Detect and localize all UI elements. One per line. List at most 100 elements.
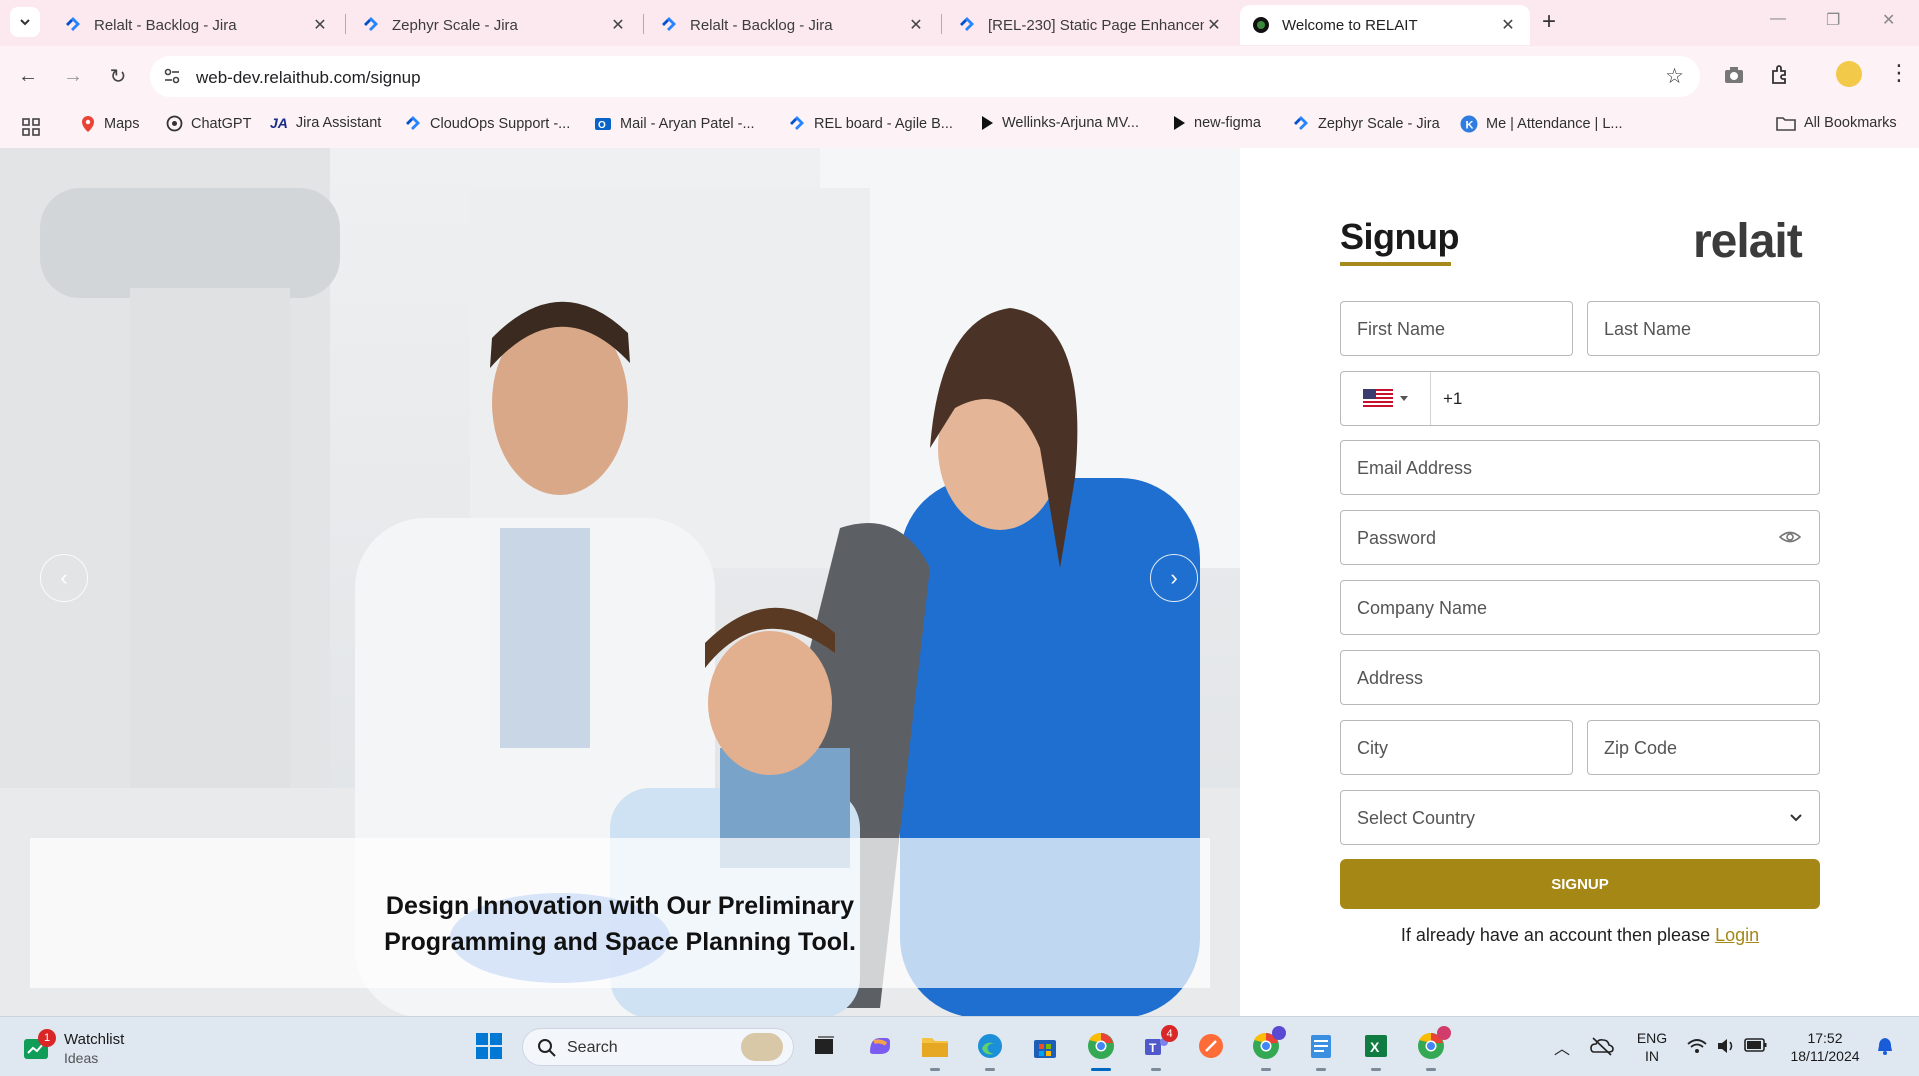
minimize-icon[interactable]: — (1770, 10, 1786, 28)
zip-placeholder: Zip Code (1604, 738, 1678, 758)
chevron-up-icon[interactable]: ︿ (1554, 1035, 1570, 1059)
tab-close-icon[interactable]: ✕ (1204, 15, 1224, 35)
first-name-field[interactable]: First Name (1340, 301, 1573, 356)
browser-tab[interactable]: Relalt - Backlog - Jira ✕ (52, 5, 342, 45)
tab-close-icon[interactable]: ✕ (310, 15, 330, 35)
bookmark-label: Zephyr Scale - Jira (1318, 116, 1440, 132)
bookmark-item[interactable]: REL board - Agile B... (788, 115, 953, 133)
bookmark-star-icon[interactable]: ☆ (1665, 64, 1684, 89)
carousel-next-button[interactable]: › (1150, 554, 1198, 602)
onedrive-offline-icon[interactable] (1590, 1036, 1614, 1056)
login-link[interactable]: Login (1715, 925, 1759, 945)
bookmark-label: Mail - Aryan Patel -... (620, 116, 755, 132)
bookmark-item[interactable]: Zephyr Scale - Jira (1292, 115, 1440, 133)
chevron-down-icon (1790, 814, 1802, 822)
last-name-field[interactable]: Last Name (1587, 301, 1820, 356)
bookmark-item[interactable]: CloudOps Support -... (404, 115, 570, 133)
chrome-button[interactable] (1085, 1030, 1117, 1071)
tab-search-button[interactable] (10, 7, 40, 37)
browser-tab[interactable]: [REL-230] Static Page Enhancem ✕ (946, 5, 1236, 45)
title-underline (1340, 262, 1451, 266)
svg-text:T: T (1149, 1041, 1157, 1055)
apps-grid-icon[interactable] (22, 118, 40, 136)
us-flag-icon (1363, 389, 1393, 409)
taskbar-search[interactable]: Search (522, 1028, 794, 1066)
back-icon[interactable]: ← (13, 61, 43, 91)
jira-assistant-icon: JA (270, 115, 288, 131)
eye-icon[interactable] (1779, 528, 1801, 546)
svg-text:O: O (598, 120, 606, 131)
email-field[interactable]: Email Address (1340, 440, 1820, 495)
browser-tab[interactable]: Relalt - Backlog - Jira ✕ (648, 5, 938, 45)
address-field[interactable]: Address (1340, 650, 1820, 705)
copilot-icon (870, 1038, 890, 1054)
camera-icon[interactable] (1722, 63, 1746, 87)
start-button[interactable] (473, 1030, 505, 1062)
postman-icon (1199, 1034, 1223, 1058)
password-field[interactable]: Password (1340, 510, 1820, 565)
extensions-icon[interactable] (1768, 63, 1792, 87)
city-field[interactable]: City (1340, 720, 1573, 775)
signup-button[interactable]: SIGNUP (1340, 859, 1820, 909)
forward-icon[interactable]: → (58, 61, 88, 91)
tab-close-icon[interactable]: ✕ (906, 15, 926, 35)
bookmark-label: REL board - Agile B... (814, 116, 953, 132)
notification-bell-icon[interactable] (1876, 1036, 1894, 1056)
wifi-icon[interactable] (1686, 1037, 1708, 1055)
bookmark-item[interactable]: Wellinks-Arjuna MV... (980, 115, 1139, 131)
bookmark-item[interactable]: Maps (80, 115, 139, 133)
search-icon (538, 1039, 556, 1057)
bookmark-item[interactable]: O Mail - Aryan Patel -... (594, 115, 755, 133)
tab-title: [REL-230] Static Page Enhancem (988, 16, 1204, 34)
volume-icon[interactable] (1716, 1037, 1736, 1055)
edge-button[interactable] (974, 1030, 1006, 1071)
store-button[interactable] (1029, 1030, 1061, 1062)
language-indicator[interactable]: ENG IN (1632, 1029, 1672, 1065)
restore-icon[interactable]: ❐ (1826, 10, 1840, 30)
bookmark-item[interactable]: ChatGPT (166, 115, 251, 132)
country-placeholder: Select Country (1357, 808, 1476, 828)
browser-menu-icon[interactable]: ⋮ (1888, 60, 1910, 86)
browser-tab[interactable]: Zephyr Scale - Jira ✕ (350, 5, 640, 45)
city-placeholder: City (1357, 738, 1388, 758)
clock[interactable]: 17:52 18/11/2024 (1780, 1029, 1870, 1065)
task-view-icon (815, 1036, 834, 1054)
zip-code-field[interactable]: Zip Code (1587, 720, 1820, 775)
chrome-profile2-button[interactable] (1415, 1026, 1451, 1071)
profile-avatar[interactable] (1836, 61, 1862, 87)
tab-close-icon[interactable]: ✕ (608, 15, 628, 35)
running-indicator (930, 1068, 940, 1071)
address-bar[interactable]: web-dev.relaithub.com/signup ☆ (150, 56, 1700, 97)
close-window-icon[interactable]: ✕ (1882, 10, 1895, 30)
play-icon (1174, 116, 1185, 130)
reload-icon[interactable]: ↻ (103, 61, 133, 91)
chrome-profile-button[interactable] (1250, 1026, 1286, 1071)
battery-icon[interactable] (1744, 1037, 1768, 1053)
carousel-prev-button[interactable]: ‹ (40, 554, 88, 602)
new-tab-button[interactable]: + (1542, 9, 1556, 35)
jira-icon (662, 17, 676, 31)
active-indicator (1091, 1068, 1111, 1071)
all-bookmarks-button[interactable]: All Bookmarks (1776, 115, 1897, 131)
profile-badge (1437, 1026, 1451, 1040)
site-settings-icon[interactable] (162, 66, 182, 86)
browser-tab-active[interactable]: Welcome to RELAIT ✕ (1240, 5, 1530, 45)
bookmark-item[interactable]: K Me | Attendance | L... (1460, 115, 1623, 133)
country-select[interactable]: Select Country (1340, 790, 1820, 845)
notepad-button[interactable] (1305, 1030, 1337, 1071)
file-explorer-button[interactable] (919, 1030, 951, 1071)
excel-button[interactable]: X (1360, 1030, 1392, 1071)
teams-button[interactable]: T 4 (1140, 1025, 1178, 1071)
copilot-button[interactable] (864, 1030, 896, 1062)
url-text[interactable]: web-dev.relaithub.com/signup (196, 68, 421, 88)
task-view-button[interactable] (808, 1030, 840, 1062)
postman-button[interactable] (1195, 1030, 1227, 1062)
bookmark-item[interactable]: new-figma (1172, 115, 1261, 131)
country-code-dropdown[interactable] (1341, 372, 1431, 425)
language-bottom: IN (1645, 1048, 1659, 1064)
company-name-field[interactable]: Company Name (1340, 580, 1820, 635)
outlook-icon: O (595, 118, 611, 131)
bookmark-item[interactable]: JA Jira Assistant (270, 115, 381, 131)
phone-field[interactable]: +1 (1340, 371, 1820, 426)
tab-close-icon[interactable]: ✕ (1498, 15, 1518, 35)
